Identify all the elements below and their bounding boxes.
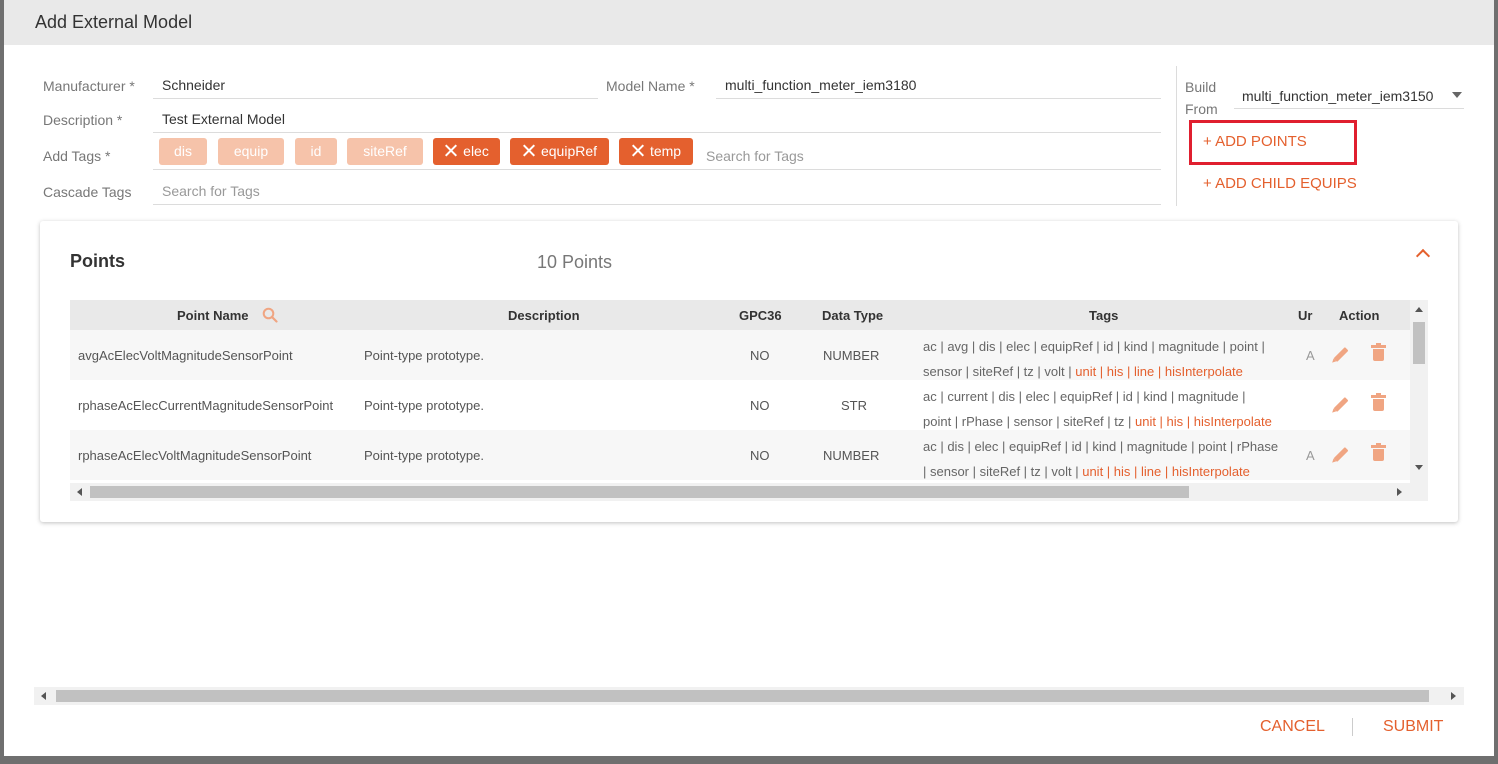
gpc36-cell: NO <box>750 348 770 363</box>
scroll-left-icon[interactable] <box>41 692 46 700</box>
col-point-name: Point Name <box>177 308 249 323</box>
dialog-header: Add External Model <box>4 0 1494 45</box>
dialog-horizontal-scrollbar[interactable] <box>34 687 1464 705</box>
table-row: rphaseAcElecVoltMagnitudeSensorPoint Poi… <box>70 430 1410 480</box>
points-card: Points 10 Points Point Name Description … <box>40 221 1458 522</box>
scroll-right-icon[interactable] <box>1451 692 1456 700</box>
edit-icon[interactable] <box>1330 445 1349 463</box>
close-icon[interactable] <box>522 144 535 157</box>
unit-cell: A <box>1306 348 1315 363</box>
gpc36-cell: NO <box>750 398 770 413</box>
model-name-label: Model Name * <box>606 78 695 94</box>
trash-icon[interactable] <box>1370 393 1388 412</box>
manufacturer-value: Schneider <box>162 77 226 93</box>
tag-chip-id: id <box>295 138 337 165</box>
data-type-cell: NUMBER <box>823 348 880 363</box>
search-icon[interactable] <box>262 307 278 323</box>
gpc36-cell: NO <box>750 448 770 463</box>
table-row: rphaseAcElecCurrentMagnitudeSensorPoint … <box>70 380 1410 430</box>
edit-icon[interactable] <box>1330 395 1349 413</box>
chevron-up-icon[interactable] <box>1415 248 1431 264</box>
add-child-equips-button[interactable]: + ADD CHILD EQUIPS <box>1203 175 1357 192</box>
point-name-cell: rphaseAcElecCurrentMagnitudeSensorPoint <box>78 398 334 413</box>
tag-chip-elec[interactable]: elec <box>433 138 500 165</box>
submit-button[interactable]: SUBMIT <box>1383 718 1443 736</box>
tag-chip-temp[interactable]: temp <box>619 138 693 165</box>
edit-icon[interactable] <box>1330 345 1349 363</box>
model-name-field[interactable]: multi_function_meter_iem3180 <box>716 72 1161 99</box>
cascade-tags-search-input[interactable]: Search for Tags <box>162 183 260 199</box>
col-action: Action <box>1339 308 1380 323</box>
cascade-tags-field[interactable]: Search for Tags <box>153 178 1161 205</box>
footer-divider <box>1352 718 1353 736</box>
point-name-cell: avgAcElecVoltMagnitudeSensorPoint <box>78 348 293 363</box>
unit-cell: A <box>1306 448 1315 463</box>
trash-icon[interactable] <box>1370 443 1388 462</box>
col-description: Description <box>508 308 580 323</box>
description-value: Test External Model <box>162 111 285 127</box>
cascade-tags-label: Cascade Tags <box>43 184 132 200</box>
description-cell: Point-type prototype. <box>364 398 484 413</box>
dialog-title: Add External Model <box>35 12 193 32</box>
tags-cell: ac | avg | dis | elec | equipRef | id | … <box>923 339 1265 379</box>
data-type-cell: NUMBER <box>823 448 880 463</box>
col-unit: Ur <box>1298 308 1313 323</box>
scroll-down-icon[interactable] <box>1415 465 1423 470</box>
add-external-model-dialog: Add External Model Manufacturer * Schnei… <box>4 0 1494 756</box>
add-points-highlight <box>1189 120 1357 165</box>
build-from-label: Build From <box>1185 79 1218 117</box>
points-count: 10 Points <box>537 252 613 272</box>
col-gpc36: GPC36 <box>739 308 782 323</box>
tags-cell: ac | dis | elec | equipRef | id | kind |… <box>923 439 1279 479</box>
table-row: avgAcElecVoltMagnitudeSensorPoint Point-… <box>70 330 1410 380</box>
description-cell: Point-type prototype. <box>364 448 484 463</box>
description-field[interactable]: Test External Model <box>153 106 1161 133</box>
tag-chip-equipref[interactable]: equipRef <box>510 138 609 165</box>
scroll-left-icon[interactable] <box>77 488 82 496</box>
description-cell: Point-type prototype. <box>364 348 484 363</box>
description-label: Description * <box>43 112 123 128</box>
points-title: Points <box>70 251 126 271</box>
manufacturer-field[interactable]: Schneider <box>153 72 598 99</box>
table-vscroll-thumb[interactable] <box>1413 322 1425 364</box>
build-from-select[interactable]: multi_function_meter_iem3150 <box>1234 82 1464 109</box>
data-type-cell: STR <box>841 398 867 413</box>
table-vertical-scrollbar[interactable] <box>1410 300 1428 501</box>
scroll-right-icon[interactable] <box>1397 488 1402 496</box>
build-from-value: multi_function_meter_iem3150 <box>1242 88 1434 104</box>
table-horizontal-scrollbar[interactable] <box>70 483 1410 501</box>
form-divider <box>1176 66 1177 206</box>
manufacturer-label: Manufacturer * <box>43 78 135 94</box>
tag-chip-equip: equip <box>218 138 284 165</box>
table-header: Point Name Description GPC36 Data Type T… <box>70 300 1410 330</box>
tag-chip-siteref: siteRef <box>347 138 423 165</box>
tag-chip-dis: dis <box>159 138 207 165</box>
add-tags-label: Add Tags * <box>43 148 111 164</box>
col-tags: Tags <box>1089 308 1119 323</box>
add-tags-search-input[interactable]: Search for Tags <box>706 148 804 164</box>
point-name-cell: rphaseAcElecVoltMagnitudeSensorPoint <box>78 448 312 463</box>
dialog-hscroll-thumb[interactable] <box>56 690 1429 702</box>
scroll-up-icon[interactable] <box>1415 307 1423 312</box>
col-data-type: Data Type <box>822 308 884 323</box>
close-icon[interactable] <box>631 144 644 157</box>
tags-cell: ac | current | dis | elec | equipRef | i… <box>923 389 1272 429</box>
table-hscroll-thumb[interactable] <box>90 486 1189 498</box>
model-name-value: multi_function_meter_iem3180 <box>725 77 917 93</box>
trash-icon[interactable] <box>1370 343 1388 362</box>
close-icon[interactable] <box>444 144 457 157</box>
cancel-button[interactable]: CANCEL <box>1260 718 1325 736</box>
chevron-down-icon <box>1452 92 1462 98</box>
points-table: Point Name Description GPC36 Data Type T… <box>70 300 1428 501</box>
